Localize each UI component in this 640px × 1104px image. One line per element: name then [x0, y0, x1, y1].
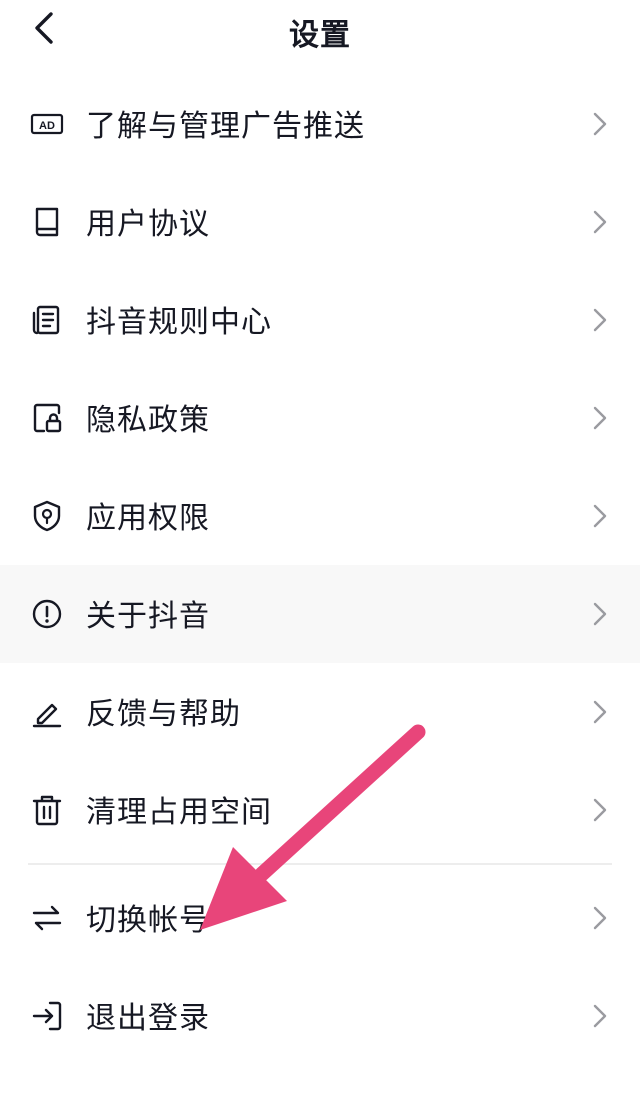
ad-icon: AD: [30, 107, 64, 141]
chevron-right-icon: [593, 1004, 607, 1028]
settings-item-privacy-policy[interactable]: 隐私政策: [0, 369, 640, 467]
pen-icon: [30, 695, 64, 729]
settings-item-label: 关于抖音: [86, 599, 210, 635]
chevron-right-icon: [593, 210, 607, 234]
settings-item-about[interactable]: 关于抖音: [0, 565, 640, 663]
chevron-right-icon: [593, 798, 607, 822]
settings-item-user-agreement[interactable]: 用户协议: [0, 173, 640, 271]
settings-item-label: 用户协议: [86, 207, 210, 243]
chevron-right-icon: [593, 308, 607, 332]
lock-document-icon: [30, 401, 64, 435]
settings-item-label: 退出登录: [86, 1001, 210, 1037]
header: 设置: [0, 0, 640, 60]
settings-item-label: 切换帐号: [86, 903, 210, 939]
chevron-right-icon: [593, 504, 607, 528]
chevron-right-icon: [593, 602, 607, 626]
settings-item-label: 反馈与帮助: [86, 697, 241, 733]
page-title: 设置: [289, 18, 351, 53]
logout-icon: [30, 999, 64, 1033]
settings-item-ad-management[interactable]: AD 了解与管理广告推送: [0, 75, 640, 173]
settings-item-app-permissions[interactable]: 应用权限: [0, 467, 640, 565]
shield-location-icon: [30, 499, 64, 533]
settings-item-label: 清理占用空间: [86, 795, 272, 831]
chevron-right-icon: [593, 700, 607, 724]
book-icon: [30, 205, 64, 239]
settings-item-label: 了解与管理广告推送: [86, 109, 365, 145]
chevron-right-icon: [593, 906, 607, 930]
settings-item-label: 抖音规则中心: [86, 305, 272, 341]
swap-icon: [30, 901, 64, 935]
trash-icon: [30, 793, 64, 827]
settings-item-switch-account[interactable]: 切换帐号: [0, 869, 640, 967]
info-icon: [30, 597, 64, 631]
chevron-right-icon: [593, 112, 607, 136]
chevron-right-icon: [593, 406, 607, 430]
settings-item-label: 隐私政策: [86, 403, 210, 439]
settings-item-label: 应用权限: [86, 501, 210, 537]
settings-item-rules-center[interactable]: 抖音规则中心: [0, 271, 640, 369]
svg-text:AD: AD: [39, 120, 55, 132]
document-list-icon: [30, 303, 64, 337]
settings-item-clear-storage[interactable]: 清理占用空间: [0, 761, 640, 859]
settings-item-feedback[interactable]: 反馈与帮助: [0, 663, 640, 761]
settings-list: AD 了解与管理广告推送 用户协议 抖音规则中心 隐私政策 应用权限 关于抖音 …: [0, 75, 640, 1065]
section-divider: [28, 863, 612, 865]
settings-item-logout[interactable]: 退出登录: [0, 967, 640, 1065]
